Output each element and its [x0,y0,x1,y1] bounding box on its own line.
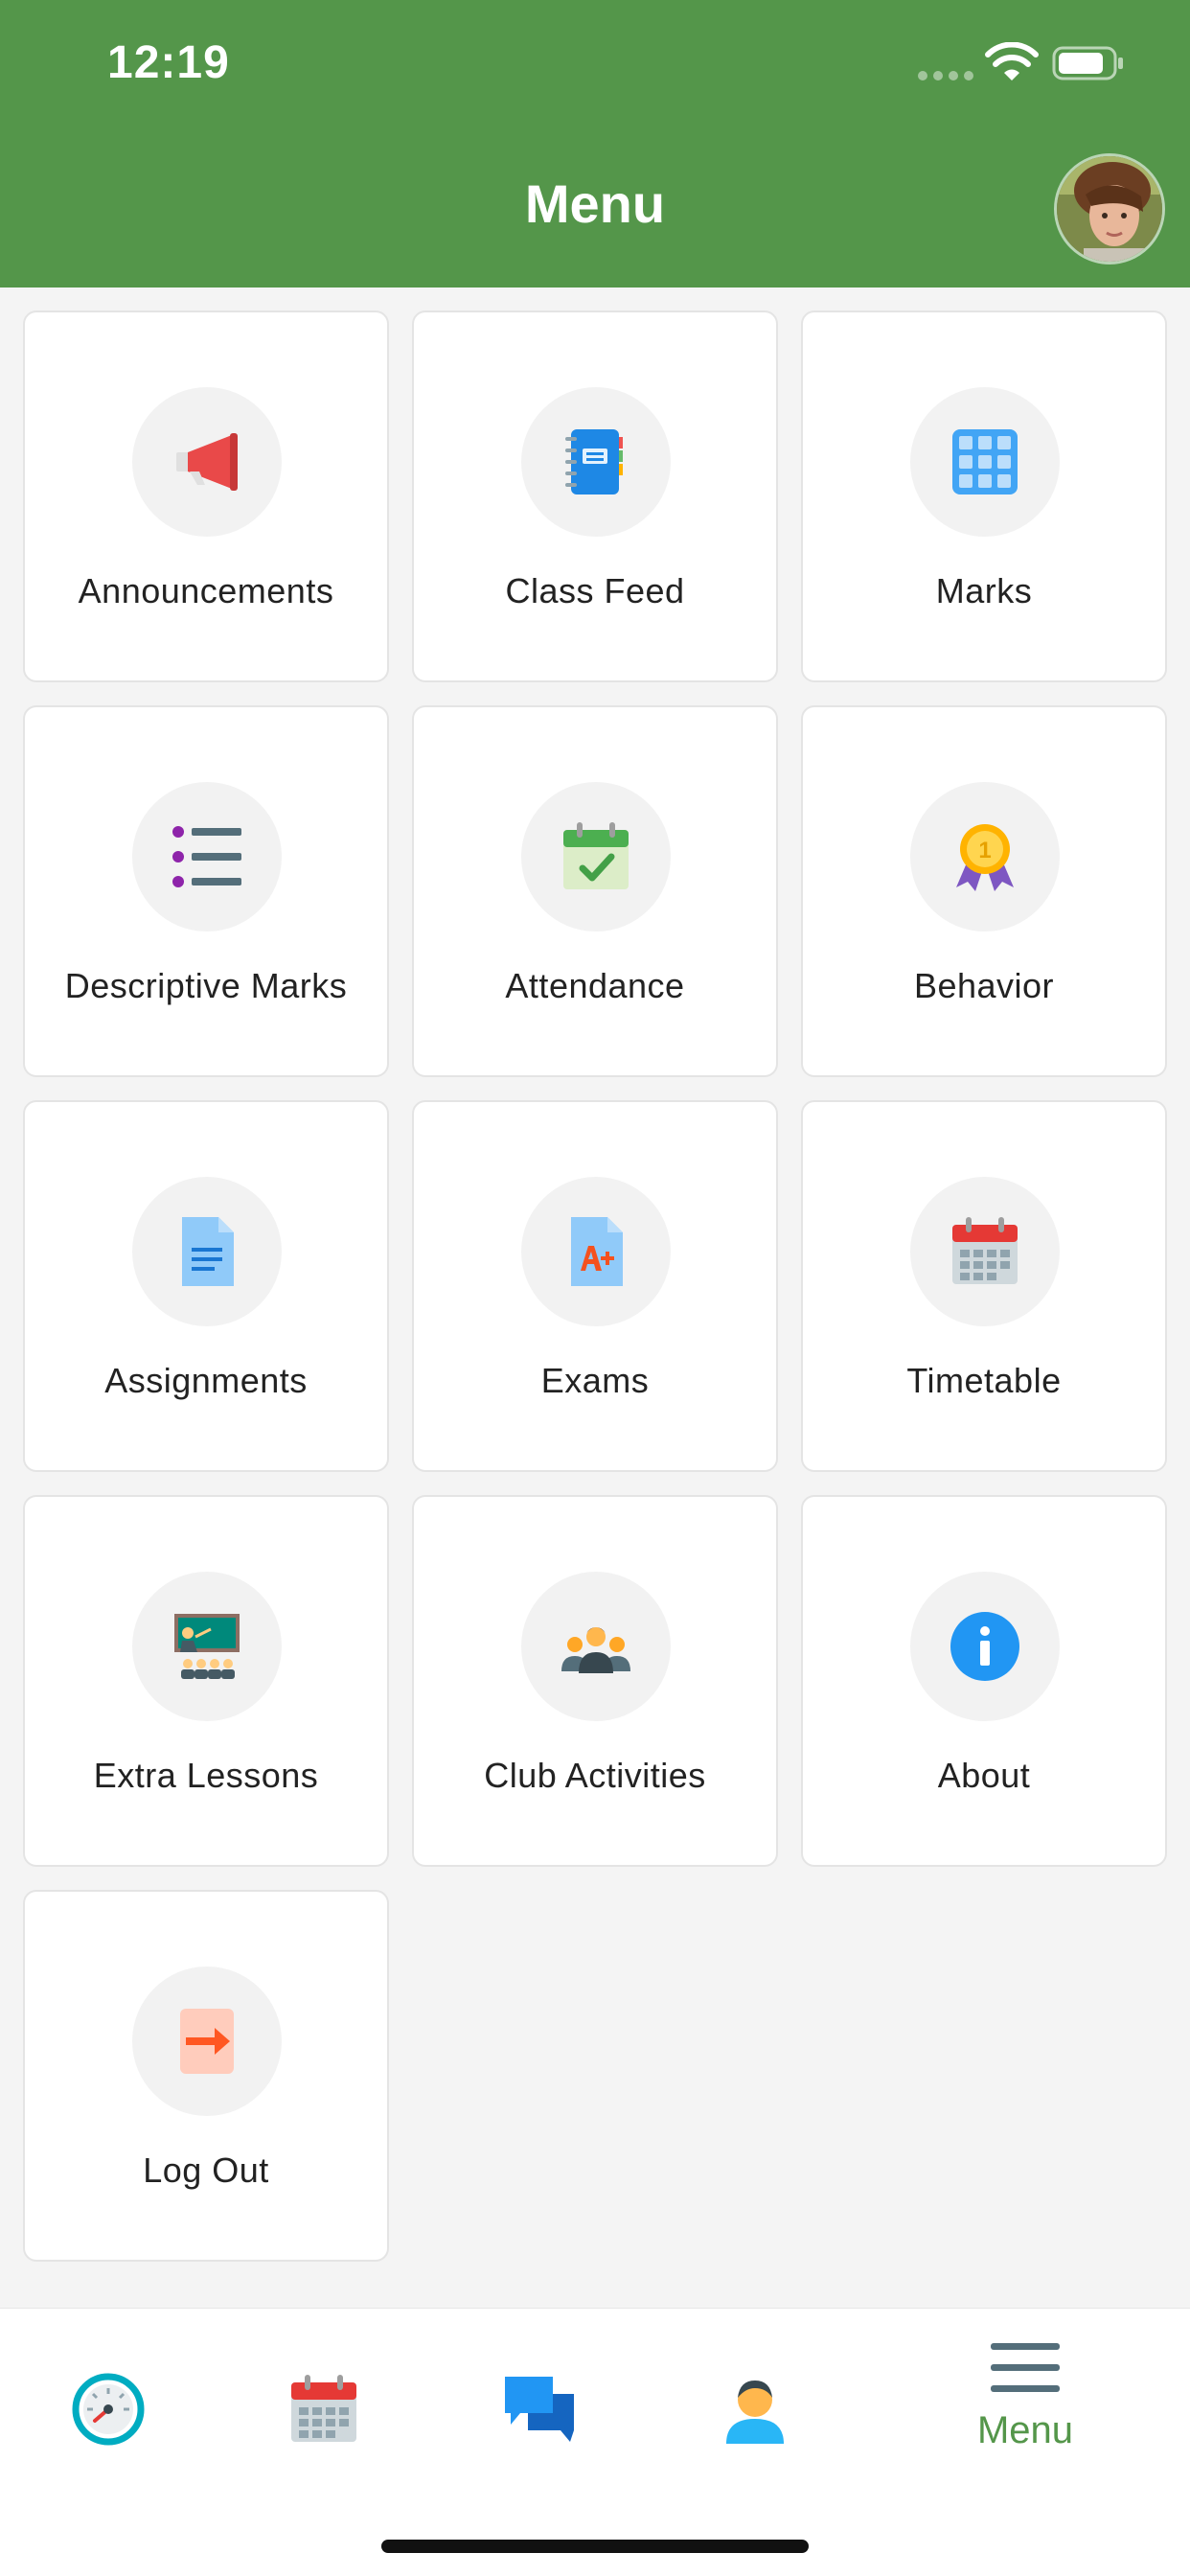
signal-icon [918,71,973,80]
list-icon [172,826,241,887]
battery-icon [1052,46,1123,80]
info-icon [950,1612,1019,1681]
tile-label: Attendance [505,966,685,1005]
tab-menu[interactable]: Menu [939,2337,1111,2481]
avatar[interactable] [1054,153,1165,264]
tile-label: Marks [935,571,1033,610]
calendar-icon [291,2375,356,2442]
hamburger-icon [991,2343,1060,2392]
tab-menu-label: Menu [976,2409,1074,2451]
tile-log-out[interactable]: Log Out [23,1890,389,2262]
tile-extra-lessons[interactable]: Extra Lessons [23,1495,389,1867]
tile-label: Announcements [78,571,334,610]
tile-behavior[interactable]: 1 Behavior [801,705,1167,1077]
chat-icon [505,2377,574,2442]
tile-label: Descriptive Marks [64,966,348,1005]
notebook-icon [565,429,623,494]
tile-attendance[interactable]: Attendance [412,705,778,1077]
tile-label: Extra Lessons [93,1756,319,1795]
classroom-icon [174,1614,240,1679]
megaphone-icon [176,433,238,491]
tile-assignments[interactable]: Assignments [23,1100,389,1472]
tile-label: Behavior [913,966,1055,1005]
wifi-icon [985,42,1039,80]
medal-icon: 1 [956,824,1014,891]
tile-marks[interactable]: Marks [801,310,1167,682]
grade-document-icon [571,1217,623,1286]
tab-messages[interactable] [487,2357,592,2462]
status-time: 12:19 [107,37,230,88]
tile-exams[interactable]: Exams [412,1100,778,1472]
tile-label: Class Feed [505,571,685,610]
bottom-tab-bar: Menu [0,2308,1190,2576]
page-title: Menu [524,173,666,234]
svg-text:1: 1 [978,838,991,863]
tile-label: Assignments [104,1361,308,1400]
tab-calendar[interactable] [271,2357,377,2462]
tile-about[interactable]: About [801,1495,1167,1867]
tile-descriptive-marks[interactable]: Descriptive Marks [23,705,389,1077]
tile-label: Log Out [143,2150,269,2190]
tile-label: Timetable [906,1361,1062,1400]
tile-club-activities[interactable]: Club Activities [412,1495,778,1867]
tile-label: About [937,1756,1031,1795]
grid-icon [952,429,1018,494]
tile-announcements[interactable]: Announcements [23,310,389,682]
tab-profile[interactable] [702,2357,808,2462]
tile-label: Exams [540,1361,650,1400]
menu-grid: Announcements Class Feed Marks Descripti… [23,310,1167,2262]
logout-icon [180,2009,234,2074]
header-bar: 12:19 Menu [0,0,1190,288]
tab-dashboard[interactable] [56,2357,161,2462]
tile-label: Club Activities [484,1756,706,1795]
tile-timetable[interactable]: Timetable [801,1100,1167,1472]
document-icon [182,1217,234,1286]
calendar-icon [952,1217,1018,1284]
tile-class-feed[interactable]: Class Feed [412,310,778,682]
calendar-check-icon [563,822,629,889]
person-icon [726,2380,784,2444]
group-icon [561,1627,630,1673]
speedometer-icon [72,2373,145,2446]
home-indicator [381,2540,809,2553]
